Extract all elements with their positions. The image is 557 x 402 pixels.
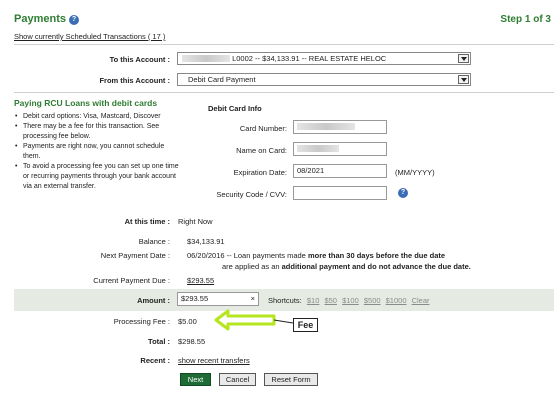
- shortcuts-label: Shortcuts:: [268, 296, 302, 305]
- masked-account-number: [182, 55, 230, 62]
- expiration-label: Expiration Date:: [233, 168, 287, 177]
- card-number-label: Card Number:: [239, 124, 287, 133]
- total-value: $298.55: [178, 337, 206, 346]
- cvv-label: Security Code / CVV:: [216, 190, 287, 199]
- shortcut-1000[interactable]: $1000: [386, 296, 407, 305]
- from-account-select[interactable]: Debit Card Payment: [177, 73, 471, 86]
- masked-card-number: [297, 123, 355, 130]
- to-account-label: To this Account :: [109, 55, 170, 64]
- divider: [14, 44, 554, 45]
- page-title: Payments?: [14, 13, 79, 25]
- to-account-value: L0002 -- $34,133.91 -- REAL ESTATE HELOC: [232, 54, 387, 63]
- fee-annotation-label: Fee: [293, 318, 318, 332]
- chevron-down-icon[interactable]: [458, 54, 469, 63]
- masked-name: [297, 145, 339, 152]
- processing-fee-value: $5.00: [178, 317, 197, 326]
- shortcut-100[interactable]: $100: [342, 296, 359, 305]
- time-value: Right Now: [178, 217, 213, 226]
- shortcut-50[interactable]: $50: [324, 296, 337, 305]
- from-account-label: From this Account :: [99, 76, 170, 85]
- to-account-select[interactable]: L0002 -- $34,133.91 -- REAL ESTATE HELOC: [177, 52, 471, 65]
- balance-value: $34,133.91: [187, 237, 225, 246]
- recent-label: Recent :: [140, 356, 170, 365]
- annotation-connector: [273, 319, 294, 324]
- cvv-input[interactable]: [293, 186, 387, 200]
- current-due-label: Current Payment Due :: [93, 276, 170, 285]
- shortcut-500[interactable]: $500: [364, 296, 381, 305]
- from-account-value: Debit Card Payment: [188, 75, 256, 84]
- show-recent-transfers-link[interactable]: show recent transfers: [178, 356, 250, 365]
- loan-note-text: -- Loan payments made: [224, 251, 308, 260]
- card-number-input[interactable]: [293, 120, 387, 134]
- balance-label: Balance :: [138, 237, 170, 246]
- total-label: Total :: [148, 337, 170, 346]
- chevron-down-icon[interactable]: [458, 75, 469, 84]
- list-item: There may be a fee for this transaction.…: [14, 122, 179, 142]
- time-label: At this time :: [124, 217, 170, 226]
- clear-icon[interactable]: ×: [251, 293, 255, 305]
- next-payment-line: 06/20/2016 -- Loan payments made more th…: [187, 251, 445, 260]
- loan-note-line2: are applied as an additional payment and…: [222, 262, 471, 271]
- divider: [14, 92, 554, 93]
- shortcuts: Shortcuts: $10 $50 $100 $500 $1000 Clear: [268, 296, 430, 305]
- arrow-icon: [214, 309, 276, 331]
- amount-input[interactable]: $293.55 ×: [177, 292, 259, 306]
- page-title-text: Payments: [14, 13, 66, 25]
- shortcut-clear[interactable]: Clear: [412, 296, 430, 305]
- loan-note-text: are applied as an: [222, 262, 282, 271]
- processing-fee-label: Processing Fee :: [113, 317, 170, 326]
- fee-arrow-annotation: [214, 309, 294, 331]
- next-payment-date: 06/20/2016: [187, 251, 225, 260]
- expiration-format-hint: (MM/YYYY): [395, 168, 435, 177]
- name-on-card-input[interactable]: [293, 142, 387, 156]
- list-item: To avoid a processing fee you can set up…: [14, 162, 179, 192]
- amount-label: Amount :: [137, 296, 170, 305]
- list-item: Payments are right now, you cannot sched…: [14, 142, 179, 162]
- amount-value: $293.55: [181, 294, 209, 303]
- shortcut-10[interactable]: $10: [307, 296, 320, 305]
- help-icon[interactable]: ?: [68, 15, 79, 25]
- debit-card-info-title: Paying RCU Loans with debit cards: [14, 98, 158, 108]
- step-indicator: Step 1 of 3: [500, 14, 551, 25]
- loan-note-bold: more than 30 days before the due date: [307, 251, 446, 260]
- name-on-card-label: Name on Card:: [236, 146, 287, 155]
- cancel-button[interactable]: Cancel: [219, 373, 256, 386]
- current-due-link[interactable]: $293.55: [187, 276, 214, 285]
- expiration-input[interactable]: 08/2021: [293, 164, 387, 178]
- list-item: Debit card options: Visa, Mastcard, Disc…: [14, 112, 179, 122]
- question-circle-icon[interactable]: ?: [398, 188, 408, 198]
- loan-note-bold: additional payment and do not advance th…: [281, 262, 471, 271]
- debit-card-info-list: Debit card options: Visa, Mastcard, Disc…: [14, 112, 179, 192]
- reset-form-button[interactable]: Reset Form: [264, 373, 318, 386]
- scheduled-transactions-link[interactable]: Show currently Scheduled Transactions ( …: [14, 32, 165, 41]
- next-button[interactable]: Next: [180, 373, 211, 386]
- next-payment-label: Next Payment Date :: [100, 251, 170, 260]
- debit-card-heading: Debit Card Info: [208, 104, 262, 113]
